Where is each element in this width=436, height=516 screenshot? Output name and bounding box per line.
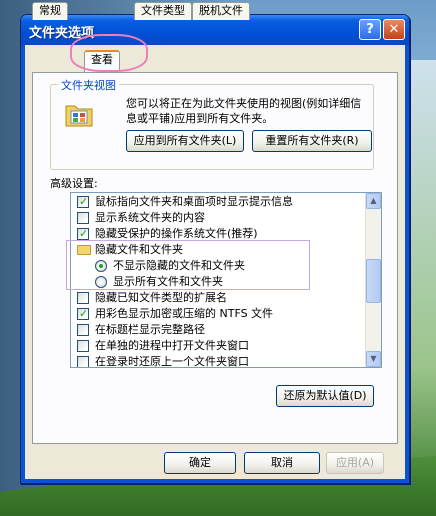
apply-to-all-folders-button[interactable]: 应用到所有文件夹(L) [126, 130, 244, 152]
list-item-label: 用彩色显示加密或压缩的 NTFS 文件 [95, 307, 274, 320]
checkbox[interactable] [77, 324, 89, 336]
checkbox[interactable] [77, 194, 89, 210]
tab-file-types[interactable]: 文件类型 [134, 2, 192, 20]
checkbox[interactable] [77, 226, 89, 242]
reset-all-folders-button[interactable]: 重置所有文件夹(R) [252, 130, 372, 152]
scroll-thumb[interactable] [366, 259, 381, 303]
hidden-files-highlight-box [66, 240, 310, 290]
checkbox[interactable] [77, 212, 89, 224]
list-item-label: 鼠标指向文件夹和桌面项时显示提示信息 [95, 195, 293, 208]
list-item-label: 隐藏已知文件类型的扩展名 [95, 291, 227, 304]
checkbox[interactable] [77, 292, 89, 304]
folder-views-title: 文件夹视图 [58, 77, 119, 93]
help-button[interactable]: ? [359, 19, 381, 40]
window-frame-right [405, 45, 409, 483]
list-item-label: 在单独的进程中打开文件夹窗口 [95, 339, 249, 352]
tab-highlight-circle [70, 34, 148, 72]
scroll-up-arrow-icon[interactable]: ▲ [366, 193, 381, 209]
list-item-label: 在标题栏显示完整路径 [95, 323, 205, 336]
list-item-label: 显示系统文件夹的内容 [95, 211, 205, 224]
checkbox[interactable] [77, 340, 89, 352]
window-frame-bottom [21, 479, 409, 483]
list-item-label: 在登录时还原上一个文件夹窗口 [95, 355, 249, 368]
checkbox[interactable] [77, 306, 89, 322]
apply-button[interactable]: 应用(A) [326, 452, 384, 474]
checkbox[interactable] [77, 356, 89, 367]
folder-view-icon [64, 100, 94, 128]
list-scrollbar[interactable]: ▲ ▼ [365, 193, 381, 367]
tab-general[interactable]: 常规 [32, 2, 68, 20]
cancel-button[interactable]: 取消 [244, 452, 320, 474]
ok-button[interactable]: 确定 [164, 452, 236, 474]
close-button[interactable]: ✕ [383, 19, 405, 40]
restore-defaults-button[interactable]: 还原为默认值(D) [276, 385, 374, 407]
folder-views-description: 您可以将正在为此文件夹使用的视图(例如详细信息或平铺)应用到所有文件夹。 [126, 97, 362, 125]
window-frame-left [21, 45, 25, 483]
scroll-down-arrow-icon[interactable]: ▼ [366, 351, 381, 367]
advanced-settings-label: 高级设置: [50, 177, 98, 190]
tab-offline-files[interactable]: 脱机文件 [192, 2, 250, 20]
